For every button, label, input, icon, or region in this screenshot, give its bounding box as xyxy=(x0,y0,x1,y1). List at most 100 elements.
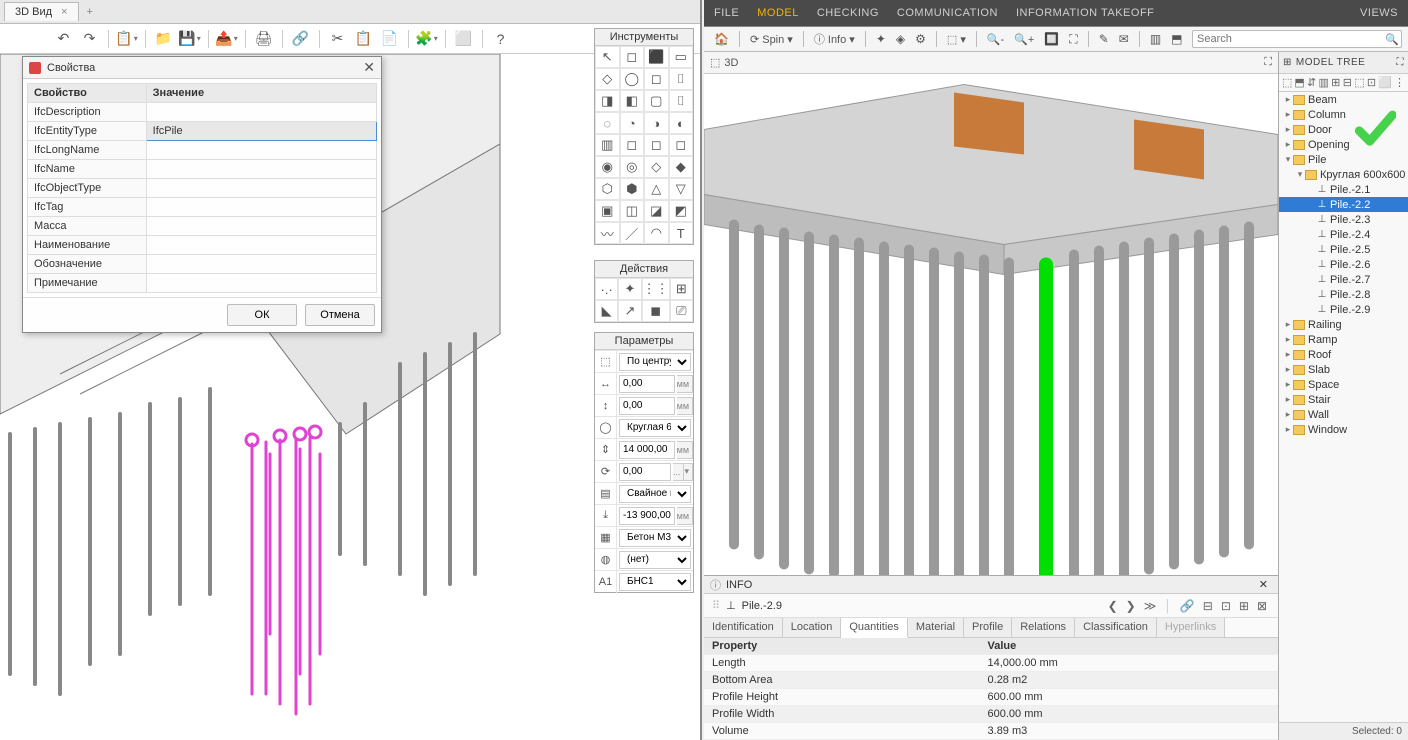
tree-node[interactable]: ▸Railing xyxy=(1279,317,1408,332)
palette-tool[interactable]: ◼ xyxy=(642,300,670,322)
toolbar-button[interactable]: ↷ xyxy=(78,27,102,51)
dialog-close-icon[interactable]: ✕ xyxy=(363,59,375,76)
toolbar-button[interactable]: ✉ xyxy=(1115,29,1133,49)
param-dropdown-icon[interactable]: ▾ xyxy=(684,463,693,481)
tree-node[interactable]: ⊥Pile.-2.2 xyxy=(1279,197,1408,212)
tree-twisty-icon[interactable]: ▸ xyxy=(1283,394,1293,405)
toolbar-button[interactable]: ✂ xyxy=(326,27,350,51)
info-nav-button[interactable]: ❯ xyxy=(1123,597,1139,615)
palette-tool[interactable]: ◯ xyxy=(620,68,645,90)
info-tab[interactable]: Profile xyxy=(964,618,1012,637)
tree-node[interactable]: ⊥Pile.-2.5 xyxy=(1279,242,1408,257)
menu-item[interactable]: FILE xyxy=(714,7,739,19)
palette-tool[interactable]: ⊞ xyxy=(670,278,693,300)
palette-tool[interactable]: ◉ xyxy=(595,156,620,178)
prop-value[interactable] xyxy=(146,255,376,274)
tree-twisty-icon[interactable]: ▸ xyxy=(1283,94,1293,105)
toolbar-button[interactable]: 🔍- xyxy=(983,29,1008,49)
palette-tool[interactable]: ✦ xyxy=(618,278,641,300)
toolbar-button[interactable]: 📤 xyxy=(215,27,239,51)
prop-value[interactable] xyxy=(146,103,376,122)
toolbar-button[interactable]: ↶ xyxy=(52,27,76,51)
toolbar-button[interactable]: ✦ xyxy=(872,29,890,49)
prop-value[interactable]: IfcPile xyxy=(146,122,376,141)
search-box[interactable]: 🔍 xyxy=(1192,30,1402,48)
prop-value[interactable] xyxy=(146,236,376,255)
param-select[interactable]: (нет) xyxy=(619,551,691,569)
prop-value[interactable] xyxy=(146,179,376,198)
tree-twisty-icon[interactable]: ▸ xyxy=(1283,379,1293,390)
palette-tool[interactable]: ◧ xyxy=(620,90,645,112)
toolbar-button[interactable]: 💾 xyxy=(178,27,202,51)
tree-twisty-icon[interactable]: ▾ xyxy=(1295,169,1305,180)
ok-button[interactable]: ОК xyxy=(227,304,297,326)
view3d-viewport[interactable] xyxy=(704,74,1278,575)
palette-tool[interactable]: ◎ xyxy=(620,156,645,178)
tree-node[interactable]: ▸Window xyxy=(1279,422,1408,437)
toolbar-button[interactable]: 🧩 xyxy=(415,27,439,51)
tree-twisty-icon[interactable]: ▸ xyxy=(1283,319,1293,330)
palette-tool[interactable]: ◩ xyxy=(669,200,694,222)
property-row[interactable]: IfcEntityTypeIfcPile xyxy=(28,122,377,141)
toolbar-button[interactable]: ⓘ Info ▾ xyxy=(810,29,859,49)
palette-tool[interactable]: ◻ xyxy=(620,134,645,156)
tree-twisty-icon[interactable]: ▸ xyxy=(1283,139,1293,150)
palette-tool[interactable]: ▣ xyxy=(595,200,620,222)
tree-node[interactable]: ▸Column xyxy=(1279,107,1408,122)
palette-tool[interactable]: ◇ xyxy=(644,156,669,178)
info-nav-button[interactable]: ⊡ xyxy=(1218,597,1234,615)
property-row[interactable]: IfcDescription xyxy=(28,103,377,122)
tree-node[interactable]: ⊥Pile.-2.4 xyxy=(1279,227,1408,242)
info-nav-button[interactable]: 🔗 xyxy=(1177,597,1198,615)
tree-max-icon[interactable]: ⛶ xyxy=(1397,57,1405,68)
toolbar-button[interactable]: ⚙ xyxy=(911,29,930,49)
toolbar-button[interactable]: ⬜ xyxy=(452,27,476,51)
toolbar-button[interactable]: ⟳ Spin ▾ xyxy=(746,29,797,49)
tree-node[interactable]: ⊥Pile.-2.7 xyxy=(1279,272,1408,287)
tree-node[interactable]: ▸Roof xyxy=(1279,347,1408,362)
dialog-titlebar[interactable]: Свойства ✕ xyxy=(23,57,381,79)
tree-tool-button[interactable]: ⊞ xyxy=(1331,76,1341,89)
tree-twisty-icon[interactable]: ▸ xyxy=(1283,334,1293,345)
palette-tool[interactable]: ◨ xyxy=(595,90,620,112)
tree-tool-button[interactable]: ⋮ xyxy=(1394,76,1405,89)
palette-tool[interactable]: ◻ xyxy=(669,134,694,156)
tree-node[interactable]: ⊥Pile.-2.6 xyxy=(1279,257,1408,272)
toolbar-button[interactable]: 🏠 xyxy=(710,29,733,49)
palette-tool[interactable]: ◇ xyxy=(595,68,620,90)
toolbar-button[interactable]: ⛶ xyxy=(1065,29,1081,49)
info-close-icon[interactable]: ✕ xyxy=(1255,578,1272,591)
tree-tool-button[interactable]: ⬚ xyxy=(1282,76,1292,89)
toolbar-button[interactable]: 🖨 xyxy=(252,27,276,51)
property-row[interactable]: IfcName xyxy=(28,160,377,179)
tree-twisty-icon[interactable]: ▸ xyxy=(1283,424,1293,435)
palette-tool[interactable]: ◫ xyxy=(620,200,645,222)
tree-node[interactable]: ▸Door xyxy=(1279,122,1408,137)
add-tab-button[interactable]: + xyxy=(79,2,101,22)
tree-node[interactable]: ⊥Pile.-2.3 xyxy=(1279,212,1408,227)
toolbar-button[interactable]: ✎ xyxy=(1095,29,1113,49)
palette-tool[interactable]: ▥ xyxy=(595,134,620,156)
tree-tool-button[interactable]: ⬚ xyxy=(1354,76,1364,89)
tree-node[interactable]: ▸Stair xyxy=(1279,392,1408,407)
info-nav-button[interactable]: ≫ xyxy=(1141,597,1160,615)
info-nav-button[interactable]: ❮ xyxy=(1105,597,1121,615)
tree-node[interactable]: ▸Slab xyxy=(1279,362,1408,377)
palette-tool[interactable]: ·.· xyxy=(595,278,618,300)
palette-tool[interactable]: ▭ xyxy=(669,46,694,68)
property-row[interactable]: Обозначение xyxy=(28,255,377,274)
palette-tool[interactable]: ／ xyxy=(620,222,645,244)
prop-value[interactable] xyxy=(146,198,376,217)
tree-body[interactable]: ▸Beam▸Column▸Door▸Opening▾Pile▾Круглая 6… xyxy=(1279,92,1408,722)
prop-value[interactable] xyxy=(146,217,376,236)
param-select[interactable]: По центру xyxy=(619,353,691,371)
tree-tool-button[interactable]: ⊡ xyxy=(1367,76,1377,89)
info-nav-button[interactable]: ⊠ xyxy=(1254,597,1270,615)
palette-tool[interactable]: ↗ xyxy=(618,300,641,322)
param-select[interactable]: Бетон М350 (I xyxy=(619,529,691,547)
property-row[interactable]: Наименование xyxy=(28,236,377,255)
tree-node[interactable]: ▸Opening xyxy=(1279,137,1408,152)
param-input[interactable] xyxy=(619,397,675,415)
info-tab[interactable]: Material xyxy=(908,618,964,637)
tree-node[interactable]: ▸Wall xyxy=(1279,407,1408,422)
